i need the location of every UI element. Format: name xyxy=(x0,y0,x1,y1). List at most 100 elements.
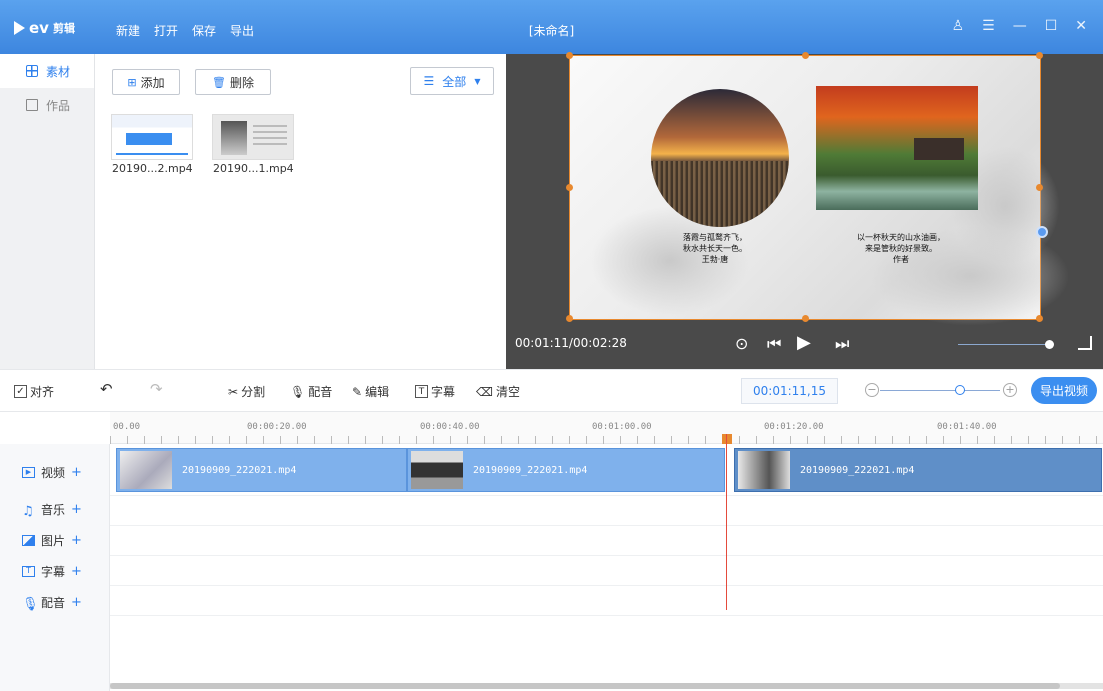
media-thumb-2[interactable] xyxy=(212,114,294,160)
track-label: 配音 xyxy=(41,596,66,610)
track-music: ♫ 音乐 + xyxy=(22,501,82,519)
resize-handle[interactable] xyxy=(566,315,573,322)
subtitle-label: 字幕 xyxy=(431,385,456,399)
timeline: 00.00 00:00:20.00 00:00:40.00 00:01:00.0… xyxy=(0,412,1103,691)
playback-timecode: 00:01:11/00:02:28 xyxy=(515,336,627,350)
track-label: 视频 xyxy=(41,466,66,480)
menu-export[interactable]: 导出 xyxy=(230,22,254,39)
autumn-garden-image[interactable] xyxy=(816,86,978,210)
ruler-label: 00.00 xyxy=(113,422,141,432)
split-button[interactable]: ✂ 分割 xyxy=(228,383,265,400)
playhead-line[interactable] xyxy=(726,434,727,610)
rotate-handle[interactable] xyxy=(1036,226,1048,238)
playback-controls: 00:01:11/00:02:28 ⊙ ⏮ ▶ ⏭ xyxy=(506,322,1103,369)
fullscreen-icon[interactable] xyxy=(1078,336,1092,350)
redo-icon[interactable]: ↷ xyxy=(150,380,163,398)
zoom-in-icon[interactable]: + xyxy=(1003,383,1017,397)
resize-handle[interactable] xyxy=(566,184,573,191)
minimize-icon[interactable]: — xyxy=(1013,18,1027,34)
add-button-label: 添加 xyxy=(140,75,165,90)
clip-name: 20190909_222021.mp4 xyxy=(800,464,915,476)
menu-new[interactable]: 新建 xyxy=(116,22,140,39)
scrollbar-thumb[interactable] xyxy=(110,683,1060,689)
menu-save[interactable]: 保存 xyxy=(192,22,216,39)
track-label: 音乐 xyxy=(41,503,66,517)
add-music-icon[interactable]: + xyxy=(71,502,82,517)
add-button[interactable]: ⊞ 添加 xyxy=(112,69,180,95)
poem-left: 落霞与孤鹜齐飞， 秋水共长天一色。 王勃·唐 xyxy=(683,233,747,264)
current-time-display[interactable]: 00:01:11,15 xyxy=(741,378,838,404)
add-video-icon[interactable]: + xyxy=(71,465,82,480)
resize-handle[interactable] xyxy=(1036,315,1043,322)
track-label: 图片 xyxy=(41,534,66,548)
maximize-icon[interactable]: ☐ xyxy=(1045,18,1058,34)
music-track-row[interactable] xyxy=(110,496,1103,526)
dub-button[interactable]: 🎙 配音 xyxy=(290,383,332,400)
next-frame-icon[interactable]: ⏭ xyxy=(835,334,849,354)
subtitle-track-icon: T xyxy=(22,566,35,577)
video-clip[interactable]: 20190909_222021.mp4 xyxy=(407,448,725,492)
nav-works[interactable]: 作品 xyxy=(0,88,94,122)
timeline-scrollbar[interactable] xyxy=(110,683,1103,689)
resize-handle[interactable] xyxy=(802,315,809,322)
clip-name: 20190909_222021.mp4 xyxy=(182,464,297,476)
resize-handle[interactable] xyxy=(802,52,809,59)
resize-handle[interactable] xyxy=(1036,52,1043,59)
clear-button[interactable]: ⌫ 清空 xyxy=(476,383,520,400)
undo-icon[interactable]: ↶ xyxy=(100,380,113,398)
filter-dropdown[interactable]: ☰ 全部 ▼ xyxy=(410,67,494,95)
volume-knob[interactable] xyxy=(1045,340,1054,349)
track-area[interactable]: 20190909_222021.mp4 20190909_222021.mp4 … xyxy=(110,444,1103,691)
zoom-slider[interactable] xyxy=(880,390,1000,391)
dubbing-track-row[interactable] xyxy=(110,586,1103,616)
zoom-knob[interactable] xyxy=(955,385,965,395)
track-video: ▶ 视频 + xyxy=(22,464,82,481)
edit-toolbar: ✓ 对齐 ↶ ↷ ✂ 分割 🎙 配音 ✎ 编辑 T 字幕 ⌫ 清空 00:01:… xyxy=(0,369,1103,412)
resize-handle[interactable] xyxy=(1036,184,1043,191)
clip-thumbnail xyxy=(738,451,790,489)
delete-button[interactable]: 🗑 删除 xyxy=(195,69,271,95)
add-image-icon[interactable]: + xyxy=(71,533,82,548)
play-icon[interactable]: ▶ xyxy=(797,332,811,353)
time-ruler[interactable]: 00.00 00:00:20.00 00:00:40.00 00:01:00.0… xyxy=(110,412,1103,444)
dub-label: 配音 xyxy=(308,385,333,399)
menu-open[interactable]: 打开 xyxy=(154,22,178,39)
nav-materials[interactable]: 素材 xyxy=(0,54,94,88)
add-file-icon: ⊞ xyxy=(127,75,137,89)
video-track-row[interactable]: 20190909_222021.mp4 20190909_222021.mp4 … xyxy=(110,444,1103,496)
trash-icon: 🗑 xyxy=(212,75,226,89)
main-menu: 新建 打开 保存 导出 xyxy=(116,22,254,39)
edit-label: 编辑 xyxy=(365,385,390,399)
media-thumb-1[interactable] xyxy=(111,114,193,160)
align-checkbox[interactable]: ✓ 对齐 xyxy=(14,383,54,400)
subtitle-button[interactable]: T 字幕 xyxy=(415,383,455,400)
media-file-name: 20190...1.mp4 xyxy=(213,162,294,175)
sunset-circle-image[interactable] xyxy=(651,89,789,227)
nav-materials-label: 素材 xyxy=(46,64,71,79)
loop-icon[interactable]: ⊙ xyxy=(735,334,748,353)
resize-handle[interactable] xyxy=(566,52,573,59)
video-clip-selected[interactable]: 20190909_222021.mp4 xyxy=(734,448,1102,492)
close-icon[interactable]: ✕ xyxy=(1075,18,1087,34)
logo-play-icon xyxy=(14,21,25,35)
preview-canvas[interactable]: 落霞与孤鹜齐飞， 秋水共长天一色。 王勃·唐 以一杯秋天的山水油画， 来是管秋的… xyxy=(566,52,1070,326)
add-subtitle-icon[interactable]: + xyxy=(71,564,82,579)
export-video-button[interactable]: 导出视频 xyxy=(1031,377,1097,404)
filter-label: 全部 xyxy=(442,74,467,89)
user-icon[interactable]: ♙ xyxy=(952,18,965,34)
media-file-name: 20190...2.mp4 xyxy=(112,162,193,175)
add-dubbing-icon[interactable]: + xyxy=(71,595,82,610)
volume-slider[interactable] xyxy=(958,344,1053,345)
zoom-out-icon[interactable]: − xyxy=(865,383,879,397)
ruler-ticks xyxy=(110,436,1103,444)
video-clip[interactable]: 20190909_222021.mp4 xyxy=(116,448,407,492)
microphone-icon: 🎙 xyxy=(22,597,39,612)
playhead-handle[interactable] xyxy=(722,434,732,444)
media-panel: ⊞ 添加 🗑 删除 ☰ 全部 ▼ 20190...2.mp4 20190...1… xyxy=(96,54,506,369)
image-track-row[interactable] xyxy=(110,526,1103,556)
previous-frame-icon[interactable]: ⏮ xyxy=(767,334,781,354)
thumb-graphic xyxy=(116,153,188,155)
settings-menu-icon[interactable]: ☰ xyxy=(982,18,995,34)
edit-button[interactable]: ✎ 编辑 xyxy=(352,383,389,400)
subtitle-track-row[interactable] xyxy=(110,556,1103,586)
